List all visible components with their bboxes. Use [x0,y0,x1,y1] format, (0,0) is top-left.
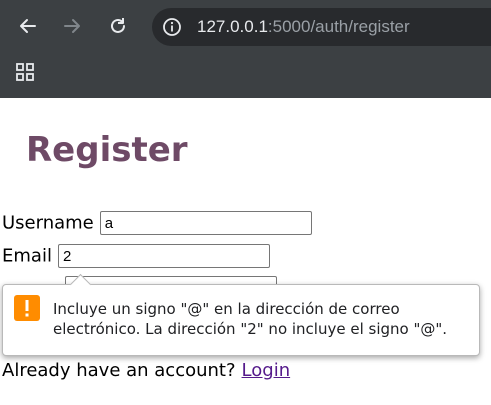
login-link[interactable]: Login [242,360,291,381]
username-input[interactable]: a [99,211,312,235]
email-input[interactable]: 2 [57,244,270,268]
username-row: Username a [2,211,312,235]
login-prompt: Already have an account? Login [2,360,290,381]
warning-icon [14,295,40,321]
reload-icon [111,18,125,33]
back-icon [20,19,36,33]
back-button[interactable] [14,12,42,40]
reload-button[interactable] [104,12,132,40]
email-row: Email 2 [2,244,270,268]
page-title: Register [26,130,188,170]
address-bar[interactable]: 127.0.0.1:5000/auth/register [152,8,491,46]
site-info-icon[interactable] [162,17,182,37]
username-label: Username [2,212,94,234]
login-prompt-text: Already have an account? [2,360,236,381]
url-host: 127.0.0.1 [197,17,268,36]
forward-icon [64,19,80,33]
browser-toolbar: 127.0.0.1:5000/auth/register [0,0,491,98]
validation-tooltip: Incluye un signo "@" en la dirección de … [2,273,480,356]
apps-icon[interactable] [16,63,34,81]
forward-button[interactable] [58,12,86,40]
validation-message: Incluye un signo "@" en la dirección de … [53,300,448,338]
page-content: Register Username a Email 2 Incluye un sig… [0,98,491,405]
bookmarks-bar [0,56,491,96]
url-text: 127.0.0.1:5000/auth/register [197,17,410,37]
url-path: :5000/auth/register [267,17,410,36]
email-label: Email [2,245,52,267]
